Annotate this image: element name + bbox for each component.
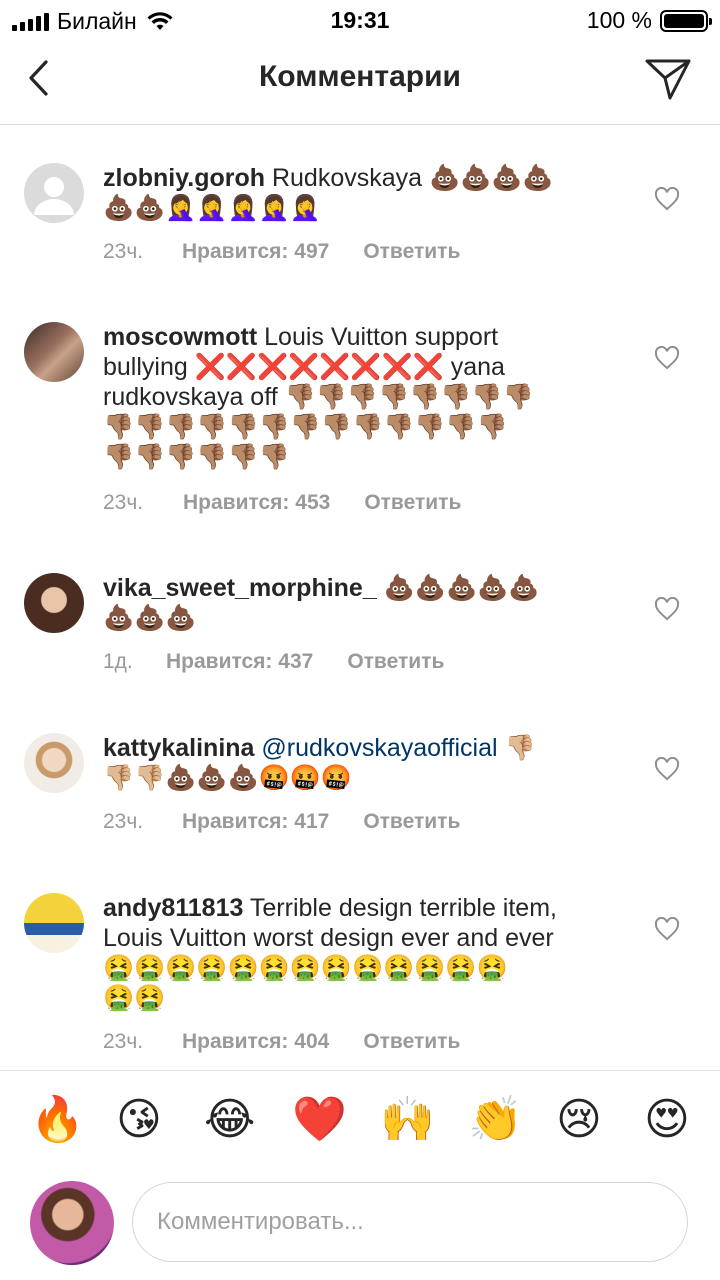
comment-meta: 23ч. Нравится: 404 Ответить	[103, 1030, 460, 1054]
kiss-emoji-button[interactable]: 😘	[116, 1095, 162, 1145]
comment-line: Louis Vuitton worst design ever and ever	[103, 924, 554, 952]
comment-item: vika_sweet_morphine_ 💩💩💩💩💩 💩💩💩 1д. Нрави…	[0, 535, 720, 695]
comment-line: 🤮🤮	[103, 984, 166, 1012]
comment-likes[interactable]: Нравится: 437	[166, 650, 313, 674]
my-avatar	[30, 1181, 114, 1265]
status-right: 100 %	[586, 7, 712, 34]
comment-username[interactable]: moscowmott	[103, 323, 257, 351]
fire-emoji-button[interactable]: 🔥	[30, 1095, 85, 1145]
comment-username[interactable]: vika_sweet_morphine_	[103, 574, 377, 602]
cry-emoji-button[interactable]: 😢	[556, 1095, 602, 1145]
comment-likes[interactable]: Нравится: 417	[182, 810, 329, 834]
comment-text: vika_sweet_morphine_ 💩💩💩💩💩 💩💩💩	[103, 573, 623, 633]
battery-percent: 100 %	[586, 7, 652, 33]
comment-likes[interactable]: Нравится: 453	[183, 491, 330, 515]
comment-meta: 23ч. Нравится: 417 Ответить	[103, 810, 460, 834]
page-title: Комментарии	[258, 60, 462, 93]
reply-button[interactable]: Ответить	[363, 240, 460, 264]
comment-item: zlobniy.goroh Rudkovskaya 💩💩💩💩 💩💩🤦‍♀️🤦‍♀…	[0, 125, 720, 285]
comment-username[interactable]: zlobniy.goroh	[103, 164, 265, 192]
status-bar: Билайн 19:31 100 %	[0, 0, 720, 40]
comment-item: kattykalinina @rudkovskayaofficial 👎🏼 👎🏼…	[0, 695, 720, 855]
send-direct-icon[interactable]	[644, 56, 692, 102]
comment-time: 1д.	[103, 650, 133, 673]
reply-button[interactable]: Ответить	[364, 491, 461, 515]
comment-line: 💩💩💩💩💩	[383, 574, 540, 602]
quick-emoji-bar: 🔥 😘 😂 ❤️ 🙌 👏 😢 😍	[0, 1070, 720, 1171]
raised-hands-emoji-button[interactable]: 🙌	[380, 1095, 435, 1145]
comment-mention[interactable]: @rudkovskayaofficial	[261, 734, 497, 762]
comment-meta: 1д. Нравится: 437 Ответить	[103, 650, 444, 674]
comment-input[interactable]	[132, 1182, 688, 1262]
avatar[interactable]	[24, 893, 84, 953]
comment-line: bullying ❌❌❌❌❌❌❌❌ yana	[103, 353, 505, 381]
comment-line: 👎🏽👎🏽👎🏽👎🏽👎🏽👎🏽👎🏽👎🏽👎🏽👎🏽👎🏽👎🏽👎🏽	[103, 413, 508, 441]
comment-time: 23ч.	[103, 240, 144, 263]
comment-likes[interactable]: Нравится: 404	[182, 1030, 329, 1054]
comment-username[interactable]: andy811813	[103, 894, 243, 922]
avatar[interactable]	[24, 322, 84, 382]
avatar[interactable]	[24, 163, 84, 223]
avatar[interactable]	[24, 573, 84, 633]
comment-time: 23ч.	[103, 1030, 144, 1053]
nav-bar: Комментарии	[0, 40, 720, 125]
comment-composer	[0, 1170, 720, 1280]
like-heart-icon[interactable]	[654, 757, 680, 781]
reply-button[interactable]: Ответить	[347, 650, 444, 674]
comment-time: 23ч.	[103, 491, 144, 514]
comment-line: 👎🏽👎🏽👎🏽👎🏽👎🏽👎🏽	[103, 443, 290, 471]
comment-likes[interactable]: Нравится: 497	[182, 240, 329, 264]
heart-emoji-button[interactable]: ❤️	[292, 1095, 347, 1145]
comment-text: moscowmott Louis Vuitton support bullyin…	[103, 322, 623, 472]
comment-line: 🤮🤮🤮🤮🤮🤮🤮🤮🤮🤮🤮🤮🤮	[103, 954, 508, 982]
default-avatar-icon	[24, 163, 84, 223]
reply-button[interactable]: Ответить	[363, 1030, 460, 1054]
comment-line: 💩💩🤦‍♀️🤦‍♀️🤦‍♀️🤦‍♀️🤦‍♀️	[103, 194, 321, 222]
comment-line: Louis Vuitton support	[264, 323, 499, 351]
laugh-emoji-button[interactable]: 😂	[204, 1095, 255, 1145]
comment-line: 💩💩💩	[103, 604, 197, 632]
like-heart-icon[interactable]	[654, 597, 680, 621]
comment-line: Terrible design terrible item,	[249, 894, 557, 922]
avatar[interactable]	[24, 733, 84, 793]
clap-emoji-button[interactable]: 👏	[468, 1095, 523, 1145]
comment-meta: 23ч. Нравится: 497 Ответить	[103, 240, 460, 264]
comment-time: 23ч.	[103, 810, 144, 833]
comment-text: zlobniy.goroh Rudkovskaya 💩💩💩💩 💩💩🤦‍♀️🤦‍♀…	[103, 163, 623, 223]
like-heart-icon[interactable]	[654, 187, 680, 211]
comment-text: andy811813 Terrible design terrible item…	[103, 893, 623, 1013]
reply-button[interactable]: Ответить	[363, 810, 460, 834]
comment-meta: 23ч. Нравится: 453 Ответить	[103, 491, 461, 515]
heart-eyes-emoji-button[interactable]: 😍	[644, 1095, 690, 1145]
comment-item: moscowmott Louis Vuitton support bullyin…	[0, 285, 720, 535]
comment-line: 👎🏼	[504, 734, 536, 762]
comment-line: rudkovskaya off 👎🏽👎🏽👎🏽👎🏽👎🏽👎🏽👎🏽👎🏽	[103, 383, 534, 411]
comment-item: andy811813 Terrible design terrible item…	[0, 855, 720, 1065]
comment-username[interactable]: kattykalinina	[103, 734, 254, 762]
like-heart-icon[interactable]	[654, 917, 680, 941]
comment-line: 👎🏼👎🏼💩💩💩🤬🤬🤬	[103, 764, 353, 792]
like-heart-icon[interactable]	[654, 346, 680, 370]
comment-text: kattykalinina @rudkovskayaofficial 👎🏼 👎🏼…	[103, 733, 623, 793]
comment-line: Rudkovskaya 💩💩💩💩	[271, 164, 554, 192]
battery-icon	[660, 9, 712, 32]
